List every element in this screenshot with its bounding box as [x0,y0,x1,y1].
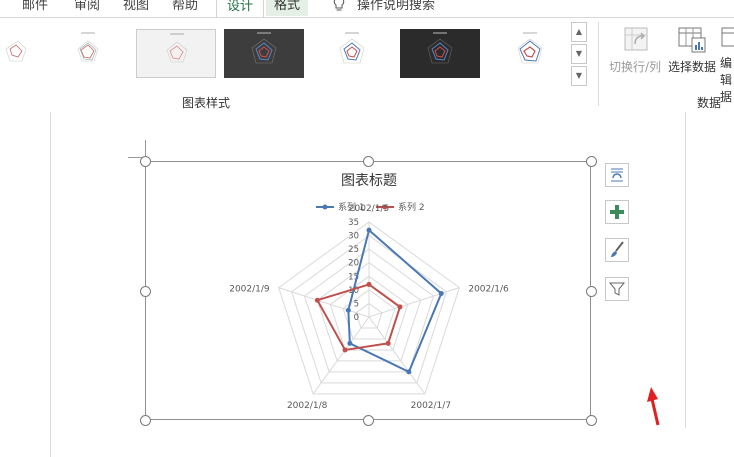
tab-help[interactable]: 帮助 [172,0,198,13]
paintbrush-icon [611,241,624,257]
legend-swatch-marker [322,204,328,210]
edit-data-label-2: 据 [720,90,733,104]
edit-data-button[interactable]: 编辑 据 [720,24,734,105]
tell-me-search[interactable]: 操作说明搜索 [357,0,435,13]
radar-data-point[interactable] [397,304,403,310]
radar-data-point[interactable] [342,347,348,353]
tab-mailings[interactable]: 邮件 [22,0,48,13]
edit-data-icon [720,24,734,54]
radar-category-label: 2002/1/7 [411,401,451,411]
radar-data-point[interactable] [314,297,320,303]
resize-handle-bottom[interactable] [363,415,374,426]
resize-handle-top-right[interactable] [586,156,597,167]
styles-gallery-scroll: ▲ ▼ ▼ [571,22,587,86]
plus-icon [610,205,624,219]
chart-style-thumb-4[interactable] [224,29,304,78]
radar-data-point[interactable] [366,227,372,233]
resize-handle-left[interactable] [140,286,151,297]
radar-tick-label: 20 [348,259,359,269]
radar-data-point[interactable] [385,340,391,346]
chart-style-thumb-3[interactable] [136,29,216,78]
lightbulb-icon [333,0,345,16]
tab-view[interactable]: 视图 [123,0,149,13]
radar-data-point[interactable] [366,281,372,287]
gallery-up-button[interactable]: ▲ [571,22,587,42]
ribbon-panel: ▲ ▼ ▼ 图表样式 切换行/列 选择数据 编辑 据 数据 [0,17,734,113]
radar-tick-label: 0 [354,313,359,323]
radar-axis-spoke [312,316,370,395]
radar-tick-label: 35 [348,218,359,228]
gallery-more-button[interactable]: ▼ [571,66,587,86]
page-margin-right [685,112,686,428]
chart-style-thumb-5[interactable] [312,29,392,78]
filter-icon [608,282,626,296]
radar-tick-label: 30 [348,232,359,242]
data-group-label: 数据 [697,96,722,110]
switch-row-column-icon [619,24,651,54]
select-data-icon [676,24,708,54]
red-arrow-annotation [645,383,665,431]
select-data-button[interactable]: 选择数据 [666,24,718,75]
resize-handle-top[interactable] [363,156,374,167]
radar-chart: 图表标题 系列 1 系列 2 05101520253035 2002/1/5200… [229,173,509,411]
select-data-label: 选择数据 [667,60,716,74]
radar-axes [278,222,460,395]
radar-category-label: 2002/1/9 [229,285,270,295]
page-margin-left [50,112,51,457]
chart-area[interactable]: 图表标题 系列 1 系列 2 0 5 10 15 20 25 30 35 2002/1/5 200… [145,161,591,420]
chart-style-thumb-2[interactable] [48,29,128,78]
group-separator [598,22,599,106]
tab-design[interactable]: 设计 [216,0,265,17]
resize-handle-top-left[interactable] [140,156,151,167]
ribbon-tab-bar: 邮件 审阅 视图 帮助 设计 格式 操作说明搜索 [0,0,734,17]
resize-handle-right[interactable] [586,286,597,297]
chart-filters-button[interactable] [605,277,629,301]
chart-styles-button[interactable] [605,238,629,262]
radar-category-label: 2002/1/6 [468,285,509,295]
radar-axis-spoke [368,287,460,318]
radar-data-point[interactable] [406,369,412,375]
chart-styles-group-label: 图表样式 [182,96,231,110]
resize-handle-bottom-left[interactable] [140,415,151,426]
resize-handle-bottom-right[interactable] [586,415,597,426]
radar-data-point[interactable] [347,340,353,346]
layout-options-icon [611,168,623,182]
radar-data-point[interactable] [345,307,351,313]
radar-category-label: 2002/1/8 [287,401,328,411]
tab-review[interactable]: 审阅 [74,0,100,13]
radar-tick-label: 5 [354,299,359,309]
tab-format[interactable]: 格式 [266,0,309,16]
gallery-down-button[interactable]: ▼ [571,44,587,64]
legend-entry-label: 系列 2 [398,201,425,213]
radar-data-point[interactable] [438,291,444,297]
layout-options-button[interactable] [605,163,629,187]
switch-row-column-label: 切换行/列 [608,60,662,74]
chart-title[interactable]: 图表标题 [341,173,397,189]
radar-category-label: 2002/1/5 [349,204,389,214]
chart-elements-button[interactable] [605,200,629,224]
radar-tick-label: 25 [348,245,359,255]
edit-data-label: 编辑 [720,56,733,87]
switch-row-column-button[interactable]: 切换行/列 [606,24,664,75]
chart-style-thumb-6[interactable] [400,29,480,78]
chart-style-thumb-7[interactable] [490,29,570,78]
